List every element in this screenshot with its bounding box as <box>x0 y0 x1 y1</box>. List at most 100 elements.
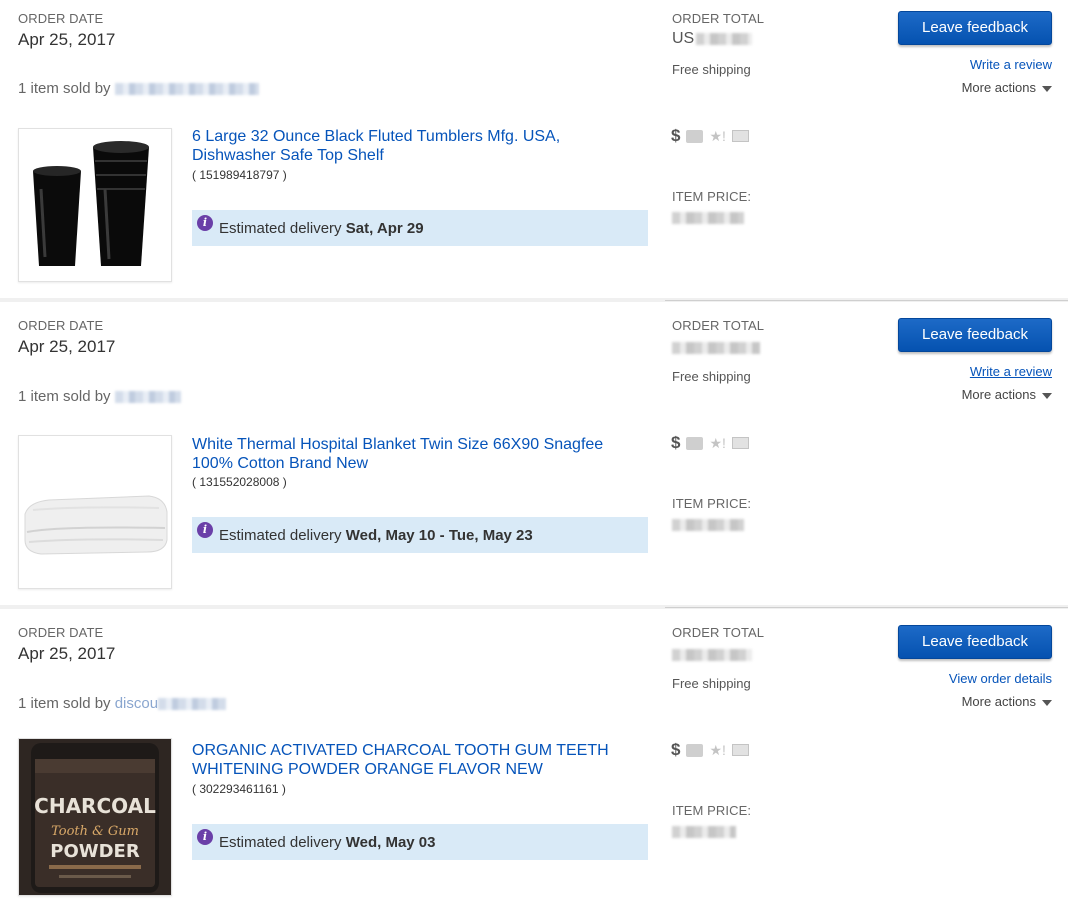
estimated-delivery-banner: i Estimated delivery Wed, May 03 <box>192 824 648 860</box>
order-card: ORDER DATE Apr 25, 2017 1 item sold by O… <box>0 307 1068 614</box>
chevron-down-icon <box>1042 699 1052 706</box>
item-title-line: White Thermal Hospital Blanket Twin Size… <box>192 436 604 453</box>
item-price-label: ITEM PRICE: <box>672 189 752 204</box>
item-number: ( 131552028008 ) <box>192 475 287 489</box>
item-title-link[interactable]: 6 Large 32 Ounce Black Fluted Tumblers M… <box>192 127 632 165</box>
message-icon <box>731 744 749 756</box>
delivery-date: Wed, May 03 <box>345 834 436 851</box>
order-total-label: ORDER TOTAL <box>672 625 765 640</box>
write-review-link[interactable]: Write a review <box>970 364 1052 379</box>
item-title-link[interactable]: White Thermal Hospital Blanket Twin Size… <box>192 435 632 473</box>
estimated-delivery-banner: i Estimated delivery Sat, Apr 29 <box>192 210 648 246</box>
paid-icon: $ <box>671 740 681 759</box>
order-status-icons: $ ★! <box>671 126 755 146</box>
order-total-label: ORDER TOTAL <box>672 318 765 333</box>
item-price-redacted <box>672 212 744 224</box>
shipped-icon <box>686 436 704 450</box>
feedback-star-icon: ★! <box>709 434 726 451</box>
seller-name-partial[interactable]: discou <box>115 695 158 712</box>
delivery-date: Wed, May 10 - Tue, May 23 <box>345 527 533 544</box>
sold-by-text: 1 item sold by <box>18 388 181 405</box>
info-icon: i <box>197 522 213 538</box>
message-icon <box>731 437 749 449</box>
estimated-delivery-text: Estimated delivery Sat, Apr 29 <box>219 220 424 237</box>
order-total-value: US <box>672 30 753 48</box>
free-shipping-text: Free shipping <box>672 676 751 691</box>
estimated-delivery-label: Estimated delivery <box>219 220 342 237</box>
item-price-redacted <box>672 826 736 838</box>
order-date: Apr 25, 2017 <box>18 30 116 49</box>
item-thumbnail[interactable]: CHARCOAL Tooth & Gum POWDER <box>18 738 172 896</box>
shipped-icon <box>686 743 704 757</box>
estimated-delivery-text: Estimated delivery Wed, May 03 <box>219 834 436 851</box>
order-card: ORDER DATE Apr 25, 2017 1 item sold by d… <box>0 614 1068 911</box>
item-title-line: ORGANIC ACTIVATED CHARCOAL TOOTH GUM TEE… <box>192 742 609 759</box>
order-total-redacted <box>672 342 760 354</box>
sold-by-label: 1 item sold by <box>18 388 111 405</box>
item-price-label: ITEM PRICE: <box>672 496 752 511</box>
order-date: Apr 25, 2017 <box>18 644 116 663</box>
leave-feedback-button[interactable]: Leave feedback <box>898 11 1052 45</box>
item-title-line: WHITENING POWDER ORANGE FLAVOR NEW <box>192 761 543 778</box>
order-date-label: ORDER DATE <box>18 11 104 26</box>
item-price-label: ITEM PRICE: <box>672 803 752 818</box>
more-actions-menu[interactable]: More actions <box>962 387 1052 402</box>
order-divider-line <box>665 300 1068 301</box>
product-label-text: Tooth & Gum <box>51 824 139 839</box>
feedback-star-icon: ★! <box>709 741 726 758</box>
seller-name-redacted[interactable] <box>114 83 259 96</box>
item-title-link[interactable]: ORGANIC ACTIVATED CHARCOAL TOOTH GUM TEE… <box>192 741 632 779</box>
item-title-line: 100% Cotton Brand New <box>192 455 369 472</box>
free-shipping-text: Free shipping <box>672 369 751 384</box>
chevron-down-icon <box>1042 85 1052 92</box>
order-date-label: ORDER DATE <box>18 318 104 333</box>
product-label-text: POWDER <box>50 841 140 862</box>
item-title-line: 6 Large 32 Ounce Black Fluted Tumblers M… <box>192 128 561 145</box>
more-actions-label: More actions <box>961 80 1036 95</box>
info-icon: i <box>197 829 213 845</box>
info-icon: i <box>197 215 213 231</box>
write-review-link[interactable]: Write a review <box>970 57 1052 72</box>
item-price-redacted <box>672 519 744 531</box>
order-total-label: ORDER TOTAL <box>672 11 765 26</box>
order-date: Apr 25, 2017 <box>18 337 116 356</box>
tumblers-image <box>19 129 171 281</box>
sold-by-text: 1 item sold by <box>18 80 259 97</box>
charcoal-jar-image: CHARCOAL Tooth & Gum POWDER <box>19 739 171 895</box>
order-divider-line <box>665 607 1068 608</box>
order-card: ORDER DATE Apr 25, 2017 1 item sold by O… <box>0 0 1068 307</box>
estimated-delivery-text: Estimated delivery Wed, May 10 - Tue, Ma… <box>219 527 533 544</box>
seller-name-redacted[interactable] <box>114 391 181 404</box>
item-thumbnail[interactable] <box>18 435 172 589</box>
blanket-image <box>19 436 171 588</box>
sold-by-label: 1 item sold by <box>18 80 111 97</box>
order-total-currency: US <box>672 30 695 47</box>
leave-feedback-button[interactable]: Leave feedback <box>898 318 1052 352</box>
order-status-icons: $ ★! <box>671 740 755 760</box>
product-label-text: CHARCOAL <box>34 794 156 818</box>
item-title-line: Dishwasher Safe Top Shelf <box>192 147 384 164</box>
leave-feedback-button[interactable]: Leave feedback <box>898 625 1052 659</box>
order-status-icons: $ ★! <box>671 433 755 453</box>
item-number: ( 302293461161 ) <box>192 782 286 796</box>
order-total-redacted <box>672 649 752 661</box>
more-actions-menu[interactable]: More actions <box>962 694 1052 709</box>
free-shipping-text: Free shipping <box>672 62 751 77</box>
order-date-label: ORDER DATE <box>18 625 104 640</box>
message-icon <box>731 130 749 142</box>
sold-by-label: 1 item sold by <box>18 695 111 712</box>
paid-icon: $ <box>671 126 681 145</box>
seller-name-redacted[interactable] <box>158 698 227 711</box>
more-actions-menu[interactable]: More actions <box>962 80 1052 95</box>
item-number: ( 151989418797 ) <box>192 168 287 182</box>
estimated-delivery-label: Estimated delivery <box>219 527 342 544</box>
more-actions-label: More actions <box>961 694 1036 709</box>
view-order-details-link[interactable]: View order details <box>949 671 1052 686</box>
order-total-redacted <box>696 32 753 45</box>
estimated-delivery-banner: i Estimated delivery Wed, May 10 - Tue, … <box>192 517 648 553</box>
delivery-date: Sat, Apr 29 <box>345 220 424 237</box>
feedback-star-icon: ★! <box>709 127 726 144</box>
paid-icon: $ <box>671 433 681 452</box>
item-thumbnail[interactable] <box>18 128 172 282</box>
chevron-down-icon <box>1042 392 1052 399</box>
